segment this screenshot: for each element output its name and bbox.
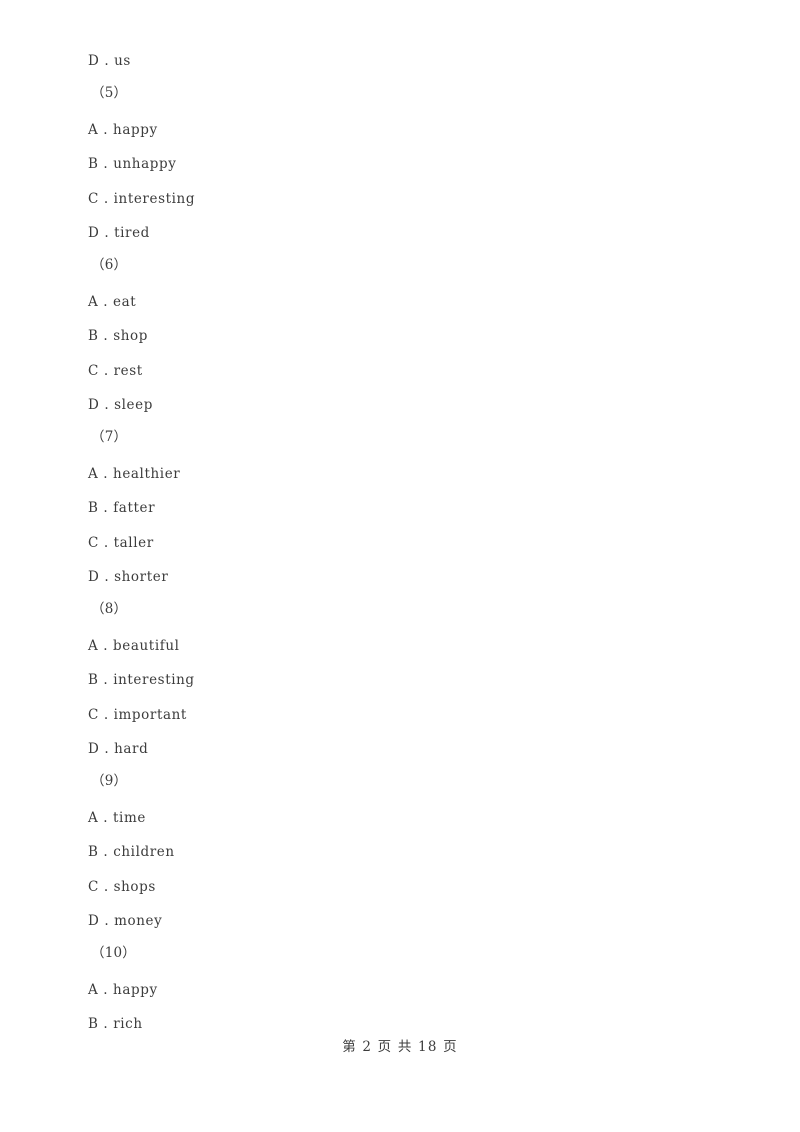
question-number: （9） xyxy=(91,773,128,789)
answer-option: A . time xyxy=(88,810,146,826)
answer-option: C . taller xyxy=(88,535,154,551)
question-number: （6） xyxy=(91,257,128,273)
answer-option: A . healthier xyxy=(88,466,181,482)
answer-option: A . beautiful xyxy=(88,638,180,654)
answer-option: C . interesting xyxy=(88,191,196,207)
answer-option: D . hard xyxy=(88,741,149,757)
answer-option: D . shorter xyxy=(88,569,169,585)
page-footer: 第 2 页 共 18 页 xyxy=(342,1039,458,1055)
answer-option: C . important xyxy=(88,707,187,723)
question-number: （10） xyxy=(91,945,136,961)
answer-option: B . children xyxy=(88,844,175,860)
answer-option: C . shops xyxy=(88,879,156,895)
answer-option: D . us xyxy=(88,53,131,69)
answer-option: A . eat xyxy=(88,294,137,310)
answer-option: D . money xyxy=(88,913,163,929)
answer-option: D . tired xyxy=(88,225,150,241)
answer-option: B . rich xyxy=(88,1016,143,1032)
document-page: D . us （5） A . happy B . unhappy C . interes… xyxy=(0,0,800,1132)
answer-option: C . rest xyxy=(88,363,143,379)
question-number: （8） xyxy=(91,601,128,617)
answer-option: B . shop xyxy=(88,328,148,344)
answer-option: A . happy xyxy=(88,982,158,998)
answer-option: D . sleep xyxy=(88,397,153,413)
answer-option: B . fatter xyxy=(88,500,156,516)
answer-option: A . happy xyxy=(88,122,158,138)
question-number: （5） xyxy=(91,85,128,101)
answer-option: B . interesting xyxy=(88,672,195,688)
answer-option: B . unhappy xyxy=(88,156,177,172)
question-number: （7） xyxy=(91,429,128,445)
